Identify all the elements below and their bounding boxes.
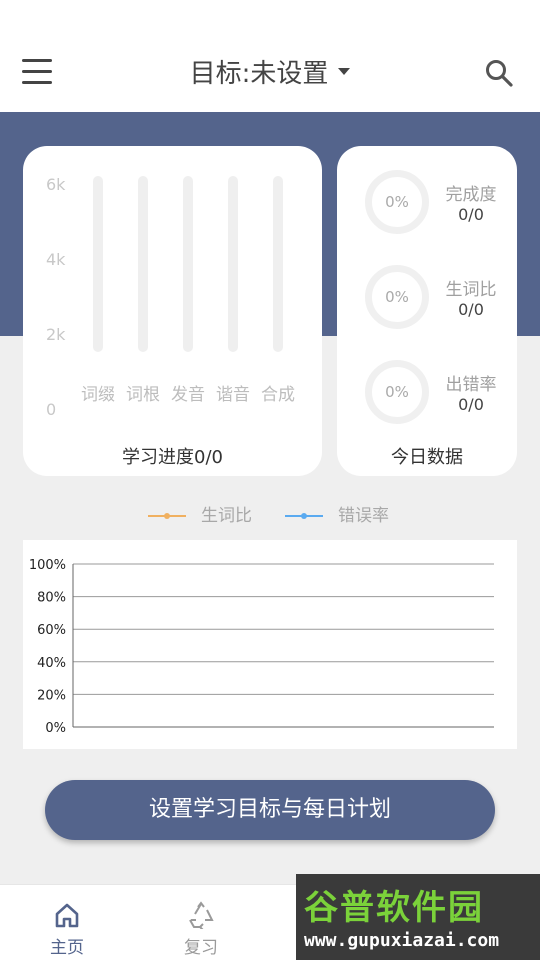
completion-value: 0/0 (458, 205, 484, 224)
nav-label-home: 主页 (50, 938, 84, 958)
y-axis-tick-label: 60% (37, 623, 66, 638)
new-word-ratio-percent: 0% (385, 288, 409, 306)
progress-bar-track (273, 176, 283, 352)
y-axis-tick-label: 80% (37, 591, 66, 606)
category-label: 词根 (126, 385, 160, 405)
category-label: 词缀 (81, 385, 115, 405)
legend-item-new-word-ratio[interactable]: 生词比 (148, 504, 268, 528)
y-tick-label: 4k (46, 250, 66, 269)
nav-label-review: 复习 (184, 938, 218, 958)
learning-progress-caption: 学习进度0/0 (122, 447, 223, 468)
search-icon (486, 60, 513, 87)
y-tick-label: 6k (46, 175, 66, 194)
app-bar: 目标:未设置 (0, 36, 540, 112)
category-label: 合成 (261, 385, 295, 405)
error-rate-value: 0/0 (458, 395, 484, 414)
completion-label: 完成度 (445, 185, 497, 205)
legend-label: 生词比 (201, 506, 252, 526)
legend-dot-swatch (301, 513, 307, 519)
line-chart: 100% 80% 60% 40% 20% 0% (29, 558, 494, 736)
error-rate-label: 出错率 (445, 375, 497, 395)
progress-bar-track (228, 176, 238, 352)
y-tick-label: 0 (46, 400, 57, 419)
home-icon (55, 903, 79, 928)
legend-dot-swatch (164, 513, 170, 519)
search-button[interactable] (484, 58, 514, 88)
watermark-logo: 谷普软件园 www.gupuxiazai.com (296, 874, 540, 960)
caret-down-icon (338, 68, 351, 75)
line-chart-panel: 100% 80% 60% 40% 20% 0% (23, 540, 517, 749)
watermark-title: 谷普软件园 (304, 888, 484, 928)
y-axis-tick-label: 0% (45, 721, 66, 736)
today-data-caption: 今日数据 (391, 447, 463, 468)
new-word-ratio-value: 0/0 (458, 300, 484, 319)
category-label: 谐音 (216, 385, 250, 405)
legend-item-error-rate[interactable]: 错误率 (285, 504, 405, 528)
category-label: 发音 (171, 385, 205, 405)
progress-bar-track (138, 176, 148, 352)
nav-item-home[interactable]: 主页 (27, 885, 107, 960)
progress-bar-track (183, 176, 193, 352)
y-tick-label: 2k (46, 325, 66, 344)
recycle-icon (189, 901, 214, 929)
watermark-url: www.gupuxiazai.com (304, 930, 500, 951)
progress-bar-track (93, 176, 103, 352)
status-bar (0, 0, 540, 36)
set-goal-button[interactable]: 设置学习目标与每日计划 (45, 780, 495, 840)
legend-label: 错误率 (338, 506, 389, 526)
y-axis-tick-label: 100% (29, 558, 66, 573)
nav-item-review[interactable]: 复习 (161, 885, 241, 960)
y-axis-tick-label: 20% (37, 688, 66, 703)
page-title: 目标:未设置 (189, 59, 329, 89)
error-rate-percent: 0% (385, 383, 409, 401)
completion-percent: 0% (385, 193, 409, 211)
new-word-ratio-label: 生词比 (445, 280, 497, 300)
y-axis-tick-label: 40% (37, 656, 66, 671)
goal-selector[interactable]: 目标:未设置 (0, 54, 540, 94)
